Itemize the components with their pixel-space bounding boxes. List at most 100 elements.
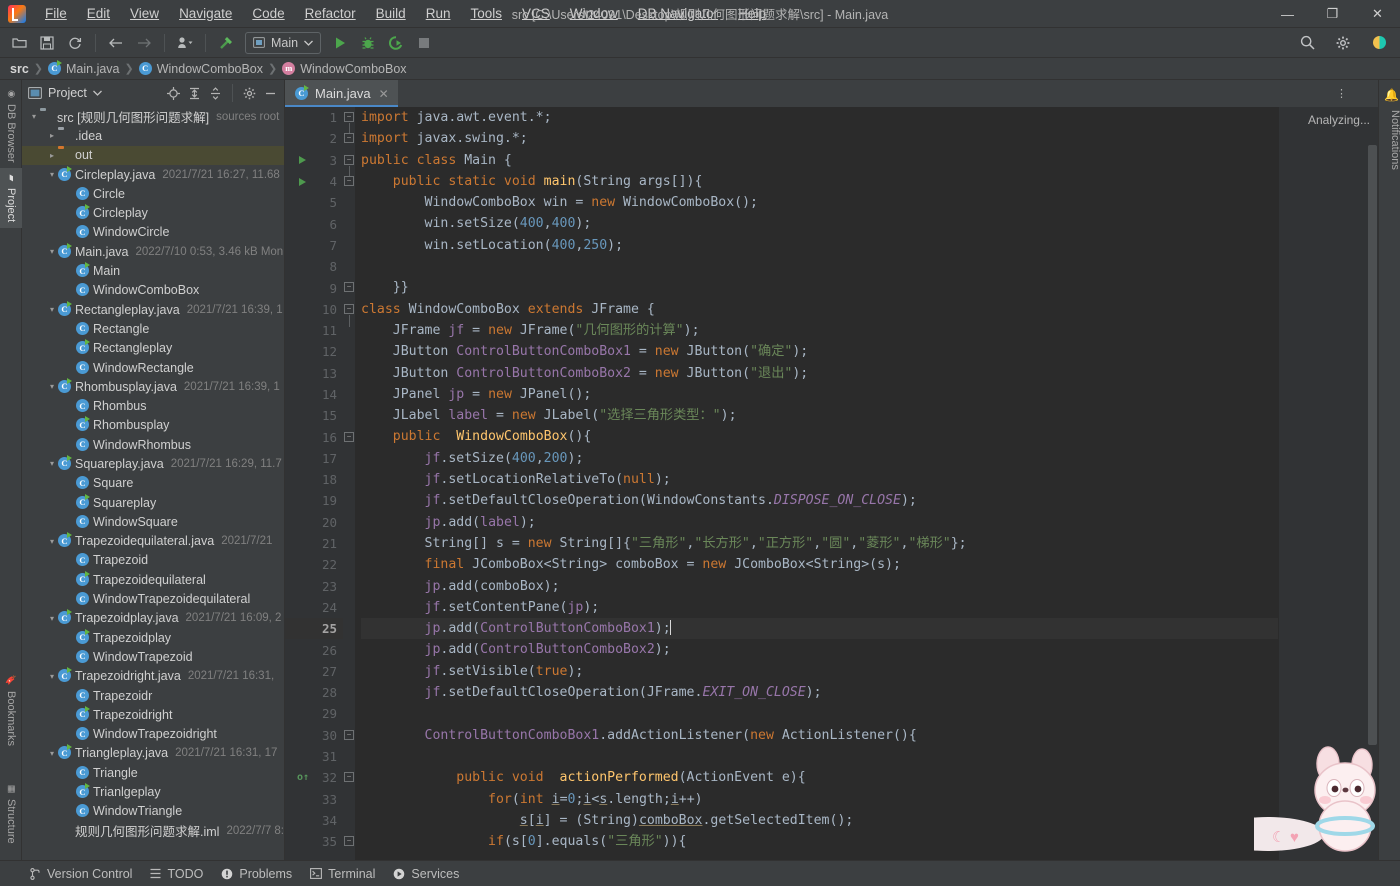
fold-toggle-icon[interactable]: −: [344, 431, 354, 442]
line-number[interactable]: 10: [285, 299, 343, 320]
tree-expand-arrow[interactable]: ▸: [46, 151, 58, 160]
fold-toggle-icon[interactable]: −: [344, 836, 354, 847]
build-hammer-icon[interactable]: [213, 31, 239, 55]
fold-toggle-icon[interactable]: −: [344, 133, 354, 144]
menu-vcs[interactable]: VCS: [513, 3, 559, 25]
tree-node[interactable]: C WindowRhombus: [22, 435, 284, 454]
line-number[interactable]: 19: [285, 490, 343, 511]
line-number[interactable]: 9: [285, 277, 343, 298]
run-configuration-selector[interactable]: Main: [245, 31, 322, 54]
menu-view[interactable]: View: [121, 3, 168, 25]
account-icon[interactable]: [1366, 31, 1392, 55]
tree-node[interactable]: ▾ C Squareplay.java 2021/7/21 16:29, 11.7: [22, 454, 284, 473]
breadcrumb-item-class[interactable]: C WindowComboBox: [138, 61, 263, 76]
tree-node[interactable]: ▾ C Rhombusplay.java 2021/7/21 16:39, 1: [22, 377, 284, 396]
code-line[interactable]: win.setLocation(400,250);: [361, 235, 1278, 256]
code-line[interactable]: class WindowComboBox extends JFrame {: [361, 299, 1278, 320]
tool-button-services[interactable]: Services: [393, 867, 459, 881]
tree-node[interactable]: C Trapezoid: [22, 551, 284, 570]
fold-toggle-icon[interactable]: −: [344, 303, 354, 327]
code-line[interactable]: [361, 746, 1278, 767]
maximize-button[interactable]: ❐: [1310, 0, 1355, 28]
line-number[interactable]: 12: [285, 341, 343, 362]
code-folding-gutter[interactable]: − − − − − − − − − −: [343, 107, 355, 860]
rail-item-notifications[interactable]: Notifications: [1379, 110, 1400, 170]
code-line[interactable]: String[] s = new String[]{"三角形","长方形","正…: [361, 533, 1278, 554]
tree-node[interactable]: C Trapezoidright: [22, 705, 284, 724]
tree-node[interactable]: C WindowTrapezoidright: [22, 725, 284, 744]
fold-toggle-icon[interactable]: −: [344, 729, 354, 740]
menu-file[interactable]: File: [36, 3, 76, 25]
tree-node[interactable]: C Squareplay: [22, 493, 284, 512]
code-line[interactable]: import java.awt.event.*;: [361, 107, 1278, 128]
tree-node[interactable]: C WindowRectangle: [22, 358, 284, 377]
notifications-bell-icon[interactable]: 🔔: [1384, 88, 1399, 102]
code-line[interactable]: for(int i=0;i<s.length;i++): [361, 789, 1278, 810]
tree-node[interactable]: C WindowTrapezoid: [22, 647, 284, 666]
tree-node[interactable]: C Circle: [22, 184, 284, 203]
navigate-back-icon[interactable]: [103, 31, 129, 55]
code-line[interactable]: public static void main(String args[]){: [361, 171, 1278, 192]
locate-icon[interactable]: [164, 84, 183, 103]
code-line[interactable]: }}: [361, 277, 1278, 298]
tree-expand-arrow[interactable]: ▾: [46, 170, 58, 179]
sync-icon[interactable]: [62, 31, 88, 55]
code-line[interactable]: [361, 703, 1278, 724]
tree-node[interactable]: ▾ src [规则几何图形问题求解] sources root: [22, 107, 284, 126]
code-line[interactable]: jf.setDefaultCloseOperation(JFrame.EXIT_…: [361, 682, 1278, 703]
tree-node[interactable]: ▾ C Trapezoidequilateral.java 2021/7/21: [22, 532, 284, 551]
breadcrumb-item-method[interactable]: m WindowComboBox: [282, 61, 407, 76]
line-number[interactable]: 18: [285, 469, 343, 490]
fold-toggle-icon[interactable]: −: [344, 175, 354, 186]
menu-code[interactable]: Code: [243, 3, 293, 25]
tree-node[interactable]: C Rhombusplay: [22, 416, 284, 435]
menu-refactor[interactable]: Refactor: [296, 3, 365, 25]
menu-help[interactable]: Help: [729, 3, 775, 25]
line-number[interactable]: 6: [285, 213, 343, 234]
line-number[interactable]: o↑ 32: [285, 767, 343, 788]
tree-node[interactable]: ▾ C Rectangleplay.java 2021/7/21 16:39, 1: [22, 300, 284, 319]
line-number[interactable]: 16: [285, 426, 343, 447]
line-number[interactable]: 33: [285, 789, 343, 810]
line-number[interactable]: 29: [285, 703, 343, 724]
fold-toggle-icon[interactable]: −: [344, 772, 354, 783]
tree-node[interactable]: C Trapezoidequilateral: [22, 570, 284, 589]
line-number[interactable]: 17: [285, 448, 343, 469]
hide-panel-icon[interactable]: [261, 84, 280, 103]
line-number[interactable]: 20: [285, 512, 343, 533]
code-line[interactable]: import javax.swing.*;: [361, 128, 1278, 149]
code-line[interactable]: jf.setLocationRelativeTo(null);: [361, 469, 1278, 490]
code-line[interactable]: win.setSize(400,400);: [361, 213, 1278, 234]
line-number[interactable]: 27: [285, 661, 343, 682]
rail-item-bookmarks[interactable]: 🔖 Bookmarks: [0, 670, 22, 752]
settings-gear-icon[interactable]: [1330, 31, 1356, 55]
tree-node[interactable]: C Triangle: [22, 763, 284, 782]
line-number[interactable]: 14: [285, 384, 343, 405]
editor-options-icon[interactable]: ⋮: [1332, 80, 1352, 107]
rail-item-project[interactable]: ▰ Project: [0, 168, 22, 229]
minimize-button[interactable]: —: [1265, 0, 1310, 28]
tree-node[interactable]: C WindowComboBox: [22, 281, 284, 300]
line-number[interactable]: 5: [285, 192, 343, 213]
line-number[interactable]: 35: [285, 831, 343, 852]
line-number[interactable]: 1: [285, 107, 343, 128]
tree-node[interactable]: ▾ C Circleplay.java 2021/7/21 16:27, 11.68: [22, 165, 284, 184]
menu-db-navigator[interactable]: DB Navigator: [629, 3, 727, 25]
fold-toggle-icon[interactable]: −: [344, 154, 354, 178]
line-number[interactable]: 11: [285, 320, 343, 341]
tree-node[interactable]: C WindowTriangle: [22, 802, 284, 821]
code-line[interactable]: public void actionPerformed(ActionEvent …: [361, 767, 1278, 788]
tree-expand-arrow[interactable]: ▾: [46, 614, 58, 623]
run-gutter-icon[interactable]: [299, 177, 306, 186]
menu-build[interactable]: Build: [367, 3, 415, 25]
rail-item-db-browser[interactable]: ◉ DB Browser: [0, 84, 22, 169]
search-everywhere-icon[interactable]: [1294, 31, 1320, 55]
line-number[interactable]: 13: [285, 363, 343, 384]
code-line[interactable]: JFrame jf = new JFrame("几何图形的计算");: [361, 320, 1278, 341]
debug-button[interactable]: [355, 31, 381, 55]
code-line[interactable]: JButton ControlButtonComboBox1 = new JBu…: [361, 341, 1278, 362]
tree-expand-arrow[interactable]: ▾: [46, 672, 58, 681]
project-tree[interactable]: ▾ src [规则几何图形问题求解] sources root ▸ .idea ▸ out ▾…: [22, 106, 284, 860]
open-project-icon[interactable]: [6, 31, 32, 55]
override-gutter-icon[interactable]: o↑: [297, 772, 309, 783]
